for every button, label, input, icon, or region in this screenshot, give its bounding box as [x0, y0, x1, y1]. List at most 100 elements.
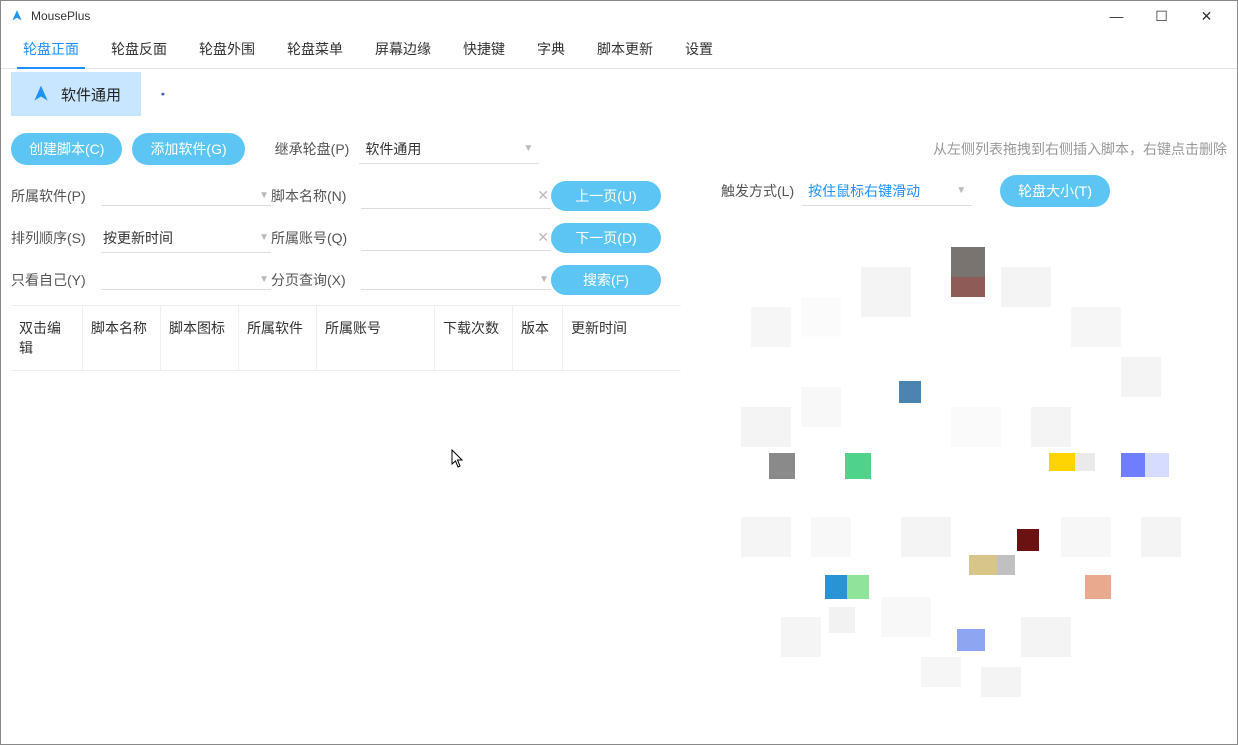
- left-panel: 所属软件(P) ▼ 脚本名称(N) ✕ 上一页(U) 排列顺序(S) 按更新时: [11, 175, 681, 697]
- wheel-slot[interactable]: [1085, 575, 1111, 599]
- th-belong-account[interactable]: 所属账号: [317, 306, 435, 370]
- wheel-preview[interactable]: [721, 217, 1201, 697]
- subtab-software-universal[interactable]: 软件通用: [11, 72, 141, 116]
- wheel-slot[interactable]: [1031, 407, 1071, 447]
- wheel-slot[interactable]: [847, 575, 869, 599]
- wheel-slot[interactable]: [781, 617, 821, 657]
- th-belong-software[interactable]: 所属软件: [239, 306, 317, 370]
- trigger-row: 触发方式(L) 按住鼠标右键滑动 ▼ 轮盘大小(T): [721, 175, 1227, 207]
- only-self-label: 只看自己(Y): [11, 270, 101, 290]
- close-button[interactable]: ✕: [1184, 2, 1229, 30]
- wheel-slot[interactable]: [1121, 453, 1145, 477]
- th-dblclick-edit[interactable]: 双击编辑: [11, 306, 83, 370]
- toolbar: 创建脚本(C) 添加软件(G) 继承轮盘(P) 软件通用 ▼ 从左侧列表拖拽到右…: [1, 119, 1237, 175]
- wheel-slot[interactable]: [969, 555, 997, 575]
- wheel-slot[interactable]: [741, 407, 791, 447]
- trigger-select[interactable]: 按住鼠标右键滑动 ▼: [802, 177, 972, 206]
- wheel-slot[interactable]: [825, 575, 847, 599]
- wheel-slot[interactable]: [951, 277, 985, 297]
- th-update-time[interactable]: 更新时间: [563, 306, 659, 370]
- wheel-slot[interactable]: [741, 517, 791, 557]
- menu-wheel-front[interactable]: 轮盘正面: [17, 31, 85, 69]
- wheel-slot[interactable]: [1049, 453, 1075, 471]
- next-page-button[interactable]: 下一页(D): [551, 223, 661, 253]
- menu-dictionary[interactable]: 字典: [531, 31, 571, 69]
- inherit-wheel-label: 继承轮盘(P): [275, 139, 350, 159]
- minimize-button[interactable]: —: [1094, 2, 1139, 30]
- wheel-slot[interactable]: [951, 247, 985, 277]
- menu-script-update[interactable]: 脚本更新: [591, 31, 659, 69]
- app-icon: [9, 8, 25, 24]
- trigger-value: 按住鼠标右键滑动: [808, 181, 920, 201]
- arrow-icon: [31, 84, 51, 104]
- th-script-name[interactable]: 脚本名称: [83, 306, 161, 370]
- wheel-size-button[interactable]: 轮盘大小(T): [1000, 175, 1110, 207]
- script-name-label: 脚本名称(N): [271, 186, 361, 206]
- belong-account-label: 所属账号(Q): [271, 228, 361, 248]
- search-button[interactable]: 搜索(F): [551, 265, 661, 295]
- wheel-slot[interactable]: [1021, 617, 1071, 657]
- menu-screen-edge[interactable]: 屏幕边缘: [369, 31, 437, 69]
- maximize-button[interactable]: ☐: [1139, 2, 1184, 30]
- wheel-slot[interactable]: [997, 555, 1015, 575]
- page-query-select[interactable]: ▼: [361, 270, 551, 290]
- menu-wheel-outer[interactable]: 轮盘外围: [193, 31, 261, 69]
- inherit-wheel-value: 软件通用: [365, 139, 421, 159]
- belong-software-label: 所属软件(P): [11, 186, 101, 206]
- wheel-slot[interactable]: [1141, 517, 1181, 557]
- sort-order-label: 排列顺序(S): [11, 228, 101, 248]
- wheel-slot[interactable]: [1121, 357, 1161, 397]
- chevron-down-icon: ▼: [539, 274, 549, 285]
- only-self-select[interactable]: ▼: [101, 270, 271, 290]
- wheel-slot[interactable]: [811, 517, 851, 557]
- wheel-slot[interactable]: [957, 629, 985, 651]
- window-title: MousePlus: [31, 9, 1094, 23]
- subtab-app-icon[interactable]: [141, 72, 185, 116]
- th-script-icon[interactable]: 脚本图标: [161, 306, 239, 370]
- wheel-slot[interactable]: [1071, 307, 1121, 347]
- chevron-down-icon: ▼: [956, 185, 966, 196]
- th-version[interactable]: 版本: [513, 306, 563, 370]
- menu-wheel-menu[interactable]: 轮盘菜单: [281, 31, 349, 69]
- sub-tabs: 软件通用: [1, 69, 1237, 119]
- wheel-slot[interactable]: [861, 267, 911, 317]
- wheel-slot[interactable]: [829, 607, 855, 633]
- sort-order-select[interactable]: 按更新时间 ▼: [101, 224, 271, 253]
- menu-hotkey[interactable]: 快捷键: [457, 31, 511, 69]
- wheel-slot[interactable]: [1017, 529, 1039, 551]
- script-name-input[interactable]: ✕: [361, 183, 551, 209]
- wheel-slot[interactable]: [981, 667, 1021, 697]
- drag-hint: 从左侧列表拖拽到右侧插入脚本，右键点击删除: [933, 139, 1227, 159]
- wheel-slot[interactable]: [1001, 267, 1051, 307]
- inherit-wheel-select[interactable]: 软件通用 ▼: [359, 135, 539, 164]
- add-software-button[interactable]: 添加软件(G): [132, 133, 244, 165]
- prev-page-button[interactable]: 上一页(U): [551, 181, 661, 211]
- chevron-down-icon: ▼: [259, 232, 269, 243]
- belong-account-input[interactable]: ✕: [361, 225, 551, 251]
- wheel-slot[interactable]: [801, 387, 841, 427]
- wheel-slot[interactable]: [1061, 517, 1111, 557]
- th-download-count[interactable]: 下载次数: [435, 306, 513, 370]
- right-panel: 触发方式(L) 按住鼠标右键滑动 ▼ 轮盘大小(T): [681, 175, 1227, 697]
- window-controls: — ☐ ✕: [1094, 2, 1229, 30]
- main-menu: 轮盘正面 轮盘反面 轮盘外围 轮盘菜单 屏幕边缘 快捷键 字典 脚本更新 设置: [1, 31, 1237, 69]
- wheel-slot[interactable]: [921, 657, 961, 687]
- menu-wheel-back[interactable]: 轮盘反面: [105, 31, 173, 69]
- clear-icon[interactable]: ✕: [537, 229, 549, 246]
- wheel-slot[interactable]: [881, 597, 931, 637]
- wheel-slot[interactable]: [801, 297, 841, 337]
- wheel-slot[interactable]: [1075, 453, 1095, 471]
- wheel-slot[interactable]: [769, 453, 795, 479]
- wheel-slot[interactable]: [845, 453, 871, 479]
- wheel-slot[interactable]: [901, 517, 951, 557]
- belong-software-select[interactable]: ▼: [101, 186, 271, 206]
- titlebar: MousePlus — ☐ ✕: [1, 1, 1237, 31]
- wheel-slot[interactable]: [751, 307, 791, 347]
- menu-settings[interactable]: 设置: [679, 31, 719, 69]
- create-script-button[interactable]: 创建脚本(C): [11, 133, 122, 165]
- chevron-down-icon: ▼: [523, 143, 533, 154]
- wheel-slot[interactable]: [899, 381, 921, 403]
- wheel-slot[interactable]: [951, 407, 1001, 447]
- wheel-slot[interactable]: [1145, 453, 1169, 477]
- clear-icon[interactable]: ✕: [537, 187, 549, 204]
